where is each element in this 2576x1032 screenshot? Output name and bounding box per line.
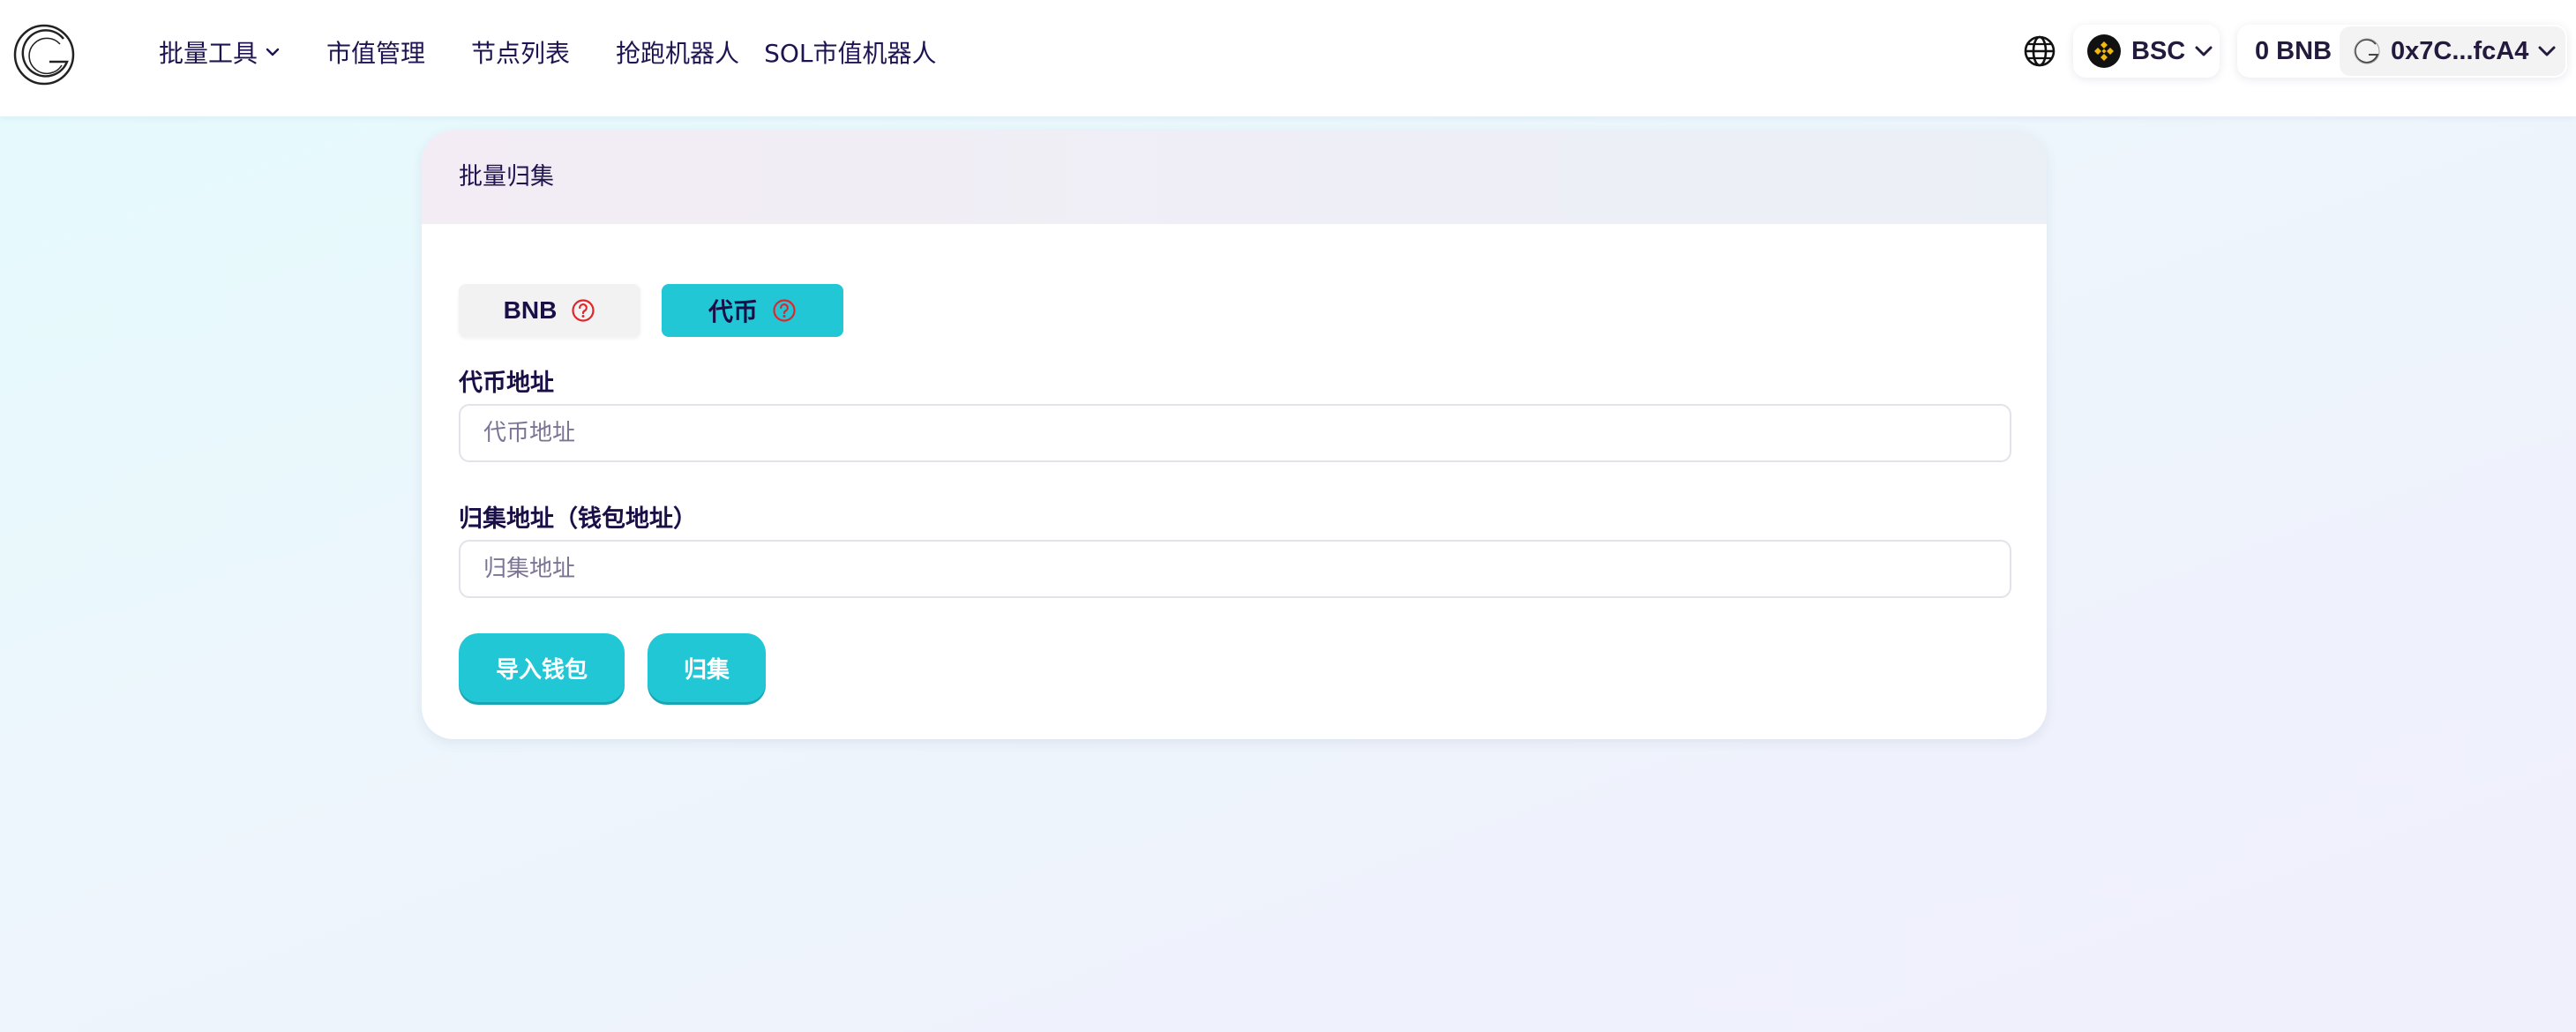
collect-button[interactable]: 归集	[648, 633, 766, 702]
nav-market-cap-management[interactable]: 市值管理	[326, 34, 425, 70]
collect-address-input[interactable]	[459, 540, 2011, 598]
batch-collect-card: 批量归集 BNB 代币 代币地址 归集地址（钱包地址） 导入钱包 归集	[422, 131, 2047, 739]
globe-icon[interactable]	[2022, 34, 2057, 69]
chain-selector-button[interactable]: BSC	[2073, 25, 2220, 78]
nav-frontrun-bot[interactable]: 抢跑机器人	[616, 34, 739, 70]
main-nav: 批量工具 市值管理 节点列表 抢跑机器人 SOL市值机器人	[159, 0, 982, 104]
tab-bnb-label: BNB	[503, 296, 558, 324]
collect-address-label: 归集地址（钱包地址）	[459, 505, 697, 533]
question-circle-icon[interactable]	[772, 298, 797, 323]
nav-frontrun-bot-label: 抢跑机器人	[616, 39, 740, 68]
tab-token[interactable]: 代币	[662, 284, 843, 337]
nav-market-cap-management-label: 市值管理	[326, 39, 426, 68]
tab-bnb[interactable]: BNB	[459, 284, 640, 337]
nav-sol-market-cap-bot-label: SOL市值机器人	[764, 39, 937, 68]
card-title: 批量归集	[459, 163, 554, 191]
bnb-chain-icon	[2087, 34, 2121, 68]
asset-tabs: BNB 代币	[459, 284, 843, 337]
nav-batch-tools[interactable]: 批量工具	[159, 34, 281, 70]
wallet-address-pill[interactable]: 0x7C...fcA4	[2340, 26, 2565, 76]
nav-sol-market-cap-bot[interactable]: SOL市值机器人	[764, 34, 936, 70]
wallet-address: 0x7C...fcA4	[2391, 36, 2529, 65]
nav-batch-tools-label: 批量工具	[159, 39, 258, 68]
chain-label: BSC	[2131, 36, 2186, 65]
card-header: 批量归集	[422, 131, 2047, 224]
token-address-input[interactable]	[459, 404, 2011, 462]
wallet-avatar-icon	[2354, 38, 2380, 64]
chevron-down-icon	[2538, 46, 2556, 56]
top-header: 批量工具 市值管理 节点列表 抢跑机器人 SOL市值机器人 BSC 0 BNB …	[0, 0, 2576, 116]
nav-node-list-label: 节点列表	[471, 39, 571, 68]
app-logo-icon[interactable]	[9, 19, 79, 90]
question-circle-icon[interactable]	[571, 298, 595, 323]
wallet-balance: 0 BNB	[2255, 37, 2333, 65]
nav-node-list[interactable]: 节点列表	[471, 34, 570, 70]
account-button[interactable]: 0 BNB 0x7C...fcA4	[2237, 25, 2567, 78]
token-address-label: 代币地址	[459, 370, 554, 397]
chevron-down-icon	[266, 48, 280, 56]
import-wallet-button[interactable]: 导入钱包	[459, 633, 625, 702]
chevron-down-icon	[2195, 46, 2213, 56]
tab-token-label: 代币	[708, 298, 758, 325]
